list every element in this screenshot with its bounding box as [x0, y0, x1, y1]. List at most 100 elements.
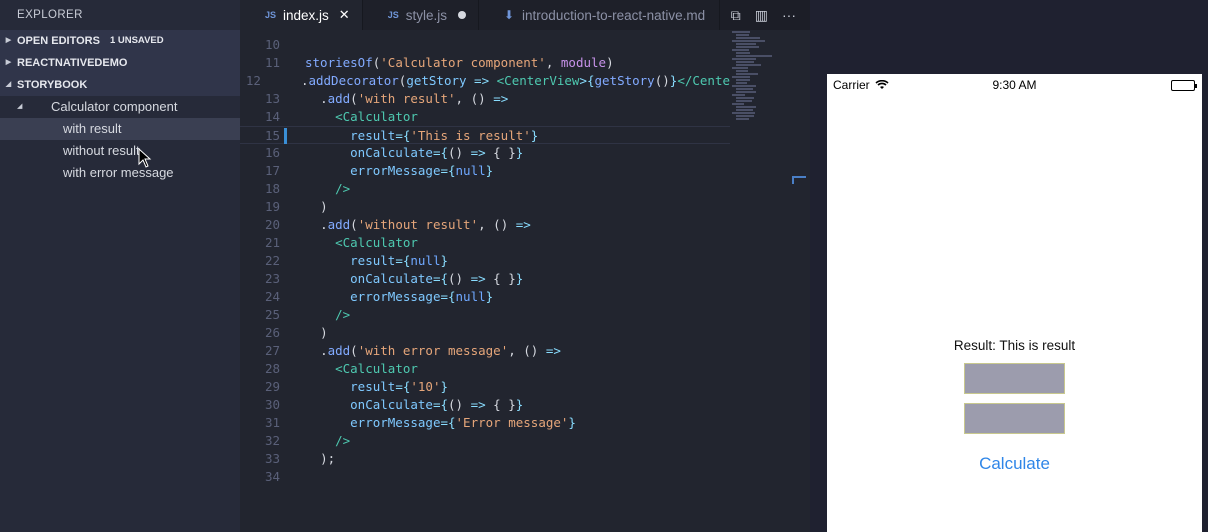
code-text: );: [320, 451, 336, 466]
scrollbar-marker[interactable]: [792, 176, 806, 184]
code-text: storiesOf('Calculator component', module…: [305, 55, 614, 70]
minimap-line: [736, 115, 754, 117]
minimap-line: [736, 109, 753, 111]
tree-item-label: with error message: [63, 165, 174, 180]
code-text: result={null}: [350, 253, 449, 268]
section-open-editors[interactable]: ▶ OPEN EDITORS 1 UNSAVED: [0, 30, 240, 52]
line-number: 29: [264, 379, 280, 394]
code-line[interactable]: 16 onCalculate={() => { }}: [240, 144, 730, 162]
minimap-line: [736, 100, 752, 102]
tab-label: index.js: [283, 7, 329, 23]
close-icon[interactable]: ✕: [339, 7, 350, 23]
code-line[interactable]: 25 />: [240, 306, 730, 324]
minimap-line: [732, 85, 756, 87]
code-line[interactable]: 15 result={'This is result'}: [240, 126, 730, 144]
code-line[interactable]: 24 errorMessage={null}: [240, 288, 730, 306]
minimap-line: [736, 73, 758, 75]
tree-item-with-result[interactable]: with result: [0, 118, 240, 140]
editor-tabs: JS index.js ✕ JS style.js ⬇ introduction…: [240, 0, 810, 30]
tab-style-js[interactable]: JS style.js: [362, 0, 479, 30]
code-text: errorMessage={'Error message'}: [350, 415, 576, 430]
code-line[interactable]: 21 <Calculator: [240, 234, 730, 252]
section-storybook[interactable]: ◢ STORYBOOK: [0, 74, 240, 96]
code-text: errorMessage={null}: [350, 289, 494, 304]
tab-introduction-md[interactable]: ⬇ introduction-to-react-native.md: [478, 0, 721, 30]
code-line[interactable]: 12 .addDecorator(getStory => <CenterView…: [240, 72, 730, 90]
chevron-right-icon: ▶: [5, 37, 12, 44]
line-number: 13: [264, 91, 280, 106]
calculate-button[interactable]: Calculate: [827, 454, 1202, 474]
code-line[interactable]: 20 .add('without result', () =>: [240, 216, 730, 234]
tree-item-calculator-component[interactable]: ◢ Calculator component: [0, 96, 240, 118]
code-line[interactable]: 31 errorMessage={'Error message'}: [240, 414, 730, 432]
code-line[interactable]: 14 <Calculator: [240, 108, 730, 126]
code-line[interactable]: 18 />: [240, 180, 730, 198]
line-number: 19: [264, 199, 280, 214]
tree-item-with-error-message[interactable]: with error message: [0, 162, 240, 184]
line-number: 26: [264, 325, 280, 340]
status-time: 9:30 AM: [992, 78, 1037, 92]
code-text: .add('with result', () =>: [320, 91, 509, 106]
ios-simulator-screen: Carrier 9:30 AM Result: This is result C…: [827, 74, 1202, 532]
code-line[interactable]: 26 ): [240, 324, 730, 342]
tab-label: style.js: [405, 7, 447, 23]
status-bar: Carrier 9:30 AM: [827, 74, 1202, 96]
code-text: ): [320, 325, 328, 340]
minimap-line: [736, 46, 759, 48]
code-text: onCalculate={() => { }}: [350, 397, 524, 412]
section-open-editors-label: OPEN EDITORS: [17, 35, 100, 47]
minimap-line: [736, 91, 757, 93]
tree-item-label: without result: [63, 143, 140, 158]
code-area[interactable]: 10 11 storiesOf('Calculator component', mo…: [240, 36, 730, 486]
tab-index-js[interactable]: JS index.js ✕: [240, 0, 363, 30]
line-number: 30: [264, 397, 280, 412]
code-line[interactable]: 22 result={null}: [240, 252, 730, 270]
code-line[interactable]: 17 errorMessage={null}: [240, 162, 730, 180]
number-input-1[interactable]: [964, 363, 1065, 394]
section-project[interactable]: ▶ REACTNATIVEDEMO: [0, 52, 240, 74]
line-number: 10: [264, 37, 280, 52]
open-changes-icon[interactable]: ⧉: [731, 7, 741, 24]
split-editor-icon[interactable]: ▥: [755, 7, 768, 24]
minimap-line: [732, 112, 755, 114]
modified-line-marker: [284, 128, 287, 144]
code-line[interactable]: 10: [240, 36, 730, 54]
more-actions-icon[interactable]: ···: [782, 7, 796, 23]
line-number: 15: [264, 128, 280, 143]
code-line[interactable]: 34: [240, 468, 730, 486]
code-text: .add('with error message', () =>: [320, 343, 561, 358]
line-number: 11: [264, 55, 280, 70]
code-line[interactable]: 11 storiesOf('Calculator component', modu…: [240, 54, 730, 72]
code-line[interactable]: 30 onCalculate={() => { }}: [240, 396, 730, 414]
line-number: 23: [264, 271, 280, 286]
code-text: ): [320, 199, 328, 214]
code-line[interactable]: 13 .add('with result', () =>: [240, 90, 730, 108]
code-line[interactable]: 27 .add('with error message', () =>: [240, 342, 730, 360]
code-line[interactable]: 32 />: [240, 432, 730, 450]
minimap-line: [736, 34, 750, 36]
code-line[interactable]: 29 result={'10'}: [240, 378, 730, 396]
code-text: <Calculator: [335, 361, 418, 376]
minimap[interactable]: [730, 30, 794, 532]
minimap-line: [732, 76, 750, 78]
minimap-line: [736, 37, 760, 39]
tree-item-without-result[interactable]: without result: [0, 140, 240, 162]
minimap-line: [736, 43, 757, 45]
minimap-line: [732, 40, 765, 42]
unsaved-dot-icon[interactable]: [457, 11, 466, 19]
line-number: 17: [264, 163, 280, 178]
code-line[interactable]: 28 <Calculator: [240, 360, 730, 378]
code-text: />: [335, 433, 351, 448]
code-text: <Calculator: [335, 235, 418, 250]
line-number: 24: [264, 289, 280, 304]
minimap-line: [732, 67, 748, 69]
minimap-line: [732, 31, 750, 33]
code-line[interactable]: 23 onCalculate={() => { }}: [240, 270, 730, 288]
number-input-2[interactable]: [964, 403, 1065, 434]
line-number: 27: [264, 343, 280, 358]
minimap-line: [736, 61, 754, 63]
minimap-line: [736, 118, 750, 120]
line-number: 16: [264, 145, 280, 160]
code-line[interactable]: 33 );: [240, 450, 730, 468]
code-line[interactable]: 19 ): [240, 198, 730, 216]
